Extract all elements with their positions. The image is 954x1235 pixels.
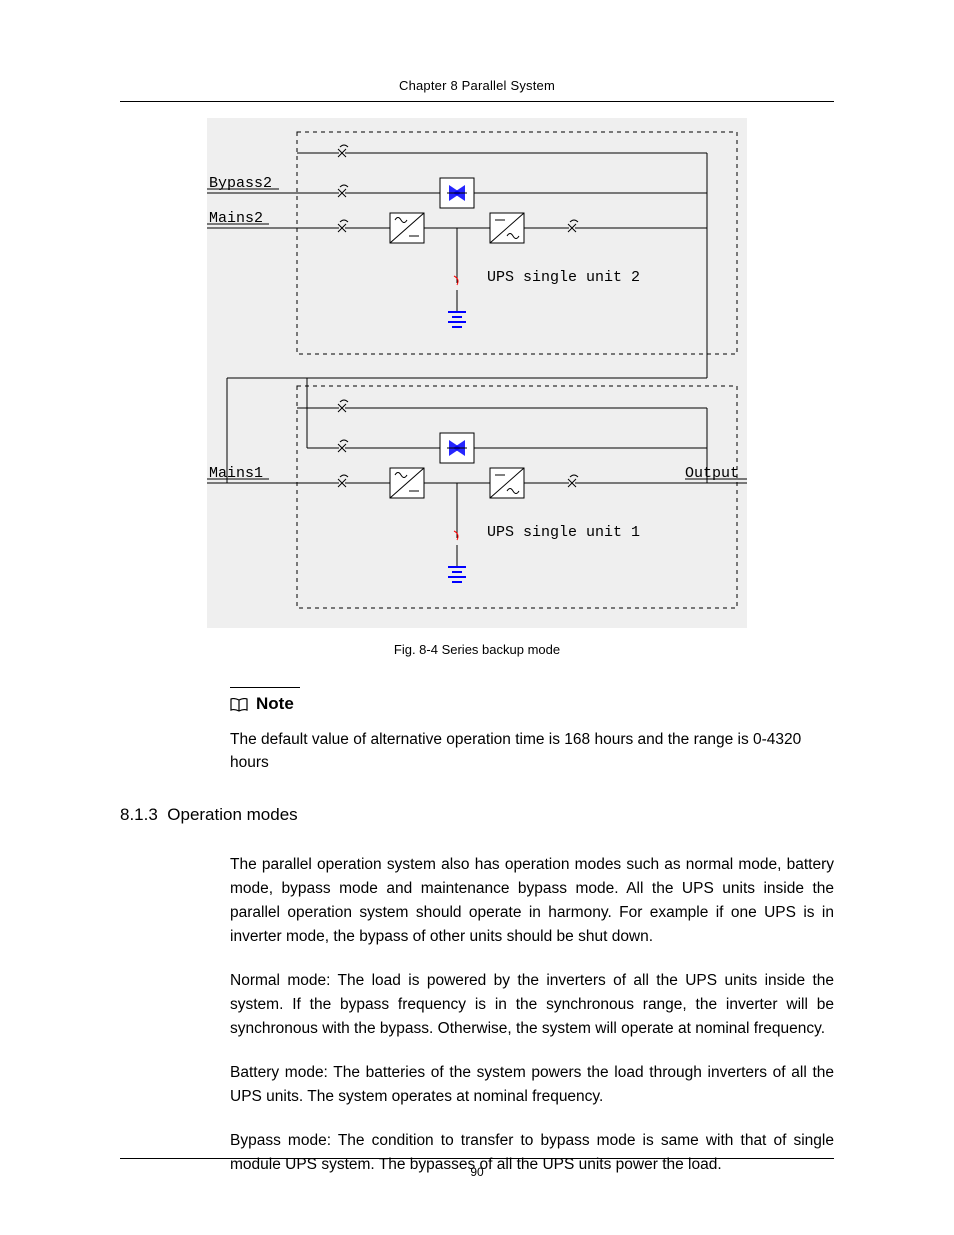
page-number: 90 (120, 1165, 834, 1179)
body-paragraph: The parallel operation system also has o… (230, 853, 834, 949)
note-text: The default value of alternative operati… (230, 728, 834, 775)
book-icon (230, 697, 248, 711)
body-paragraph: Normal mode: The load is powered by the … (230, 969, 834, 1041)
note-rule (230, 687, 300, 688)
figure-caption: Fig. 8-4 Series backup mode (120, 642, 834, 657)
section-title: Operation modes (167, 805, 297, 824)
running-header: Chapter 8 Parallel System (120, 78, 834, 93)
diagram-svg (207, 118, 747, 628)
body-paragraph: Battery mode: The batteries of the syste… (230, 1061, 834, 1109)
label-bypass2: Bypass2 (209, 176, 272, 191)
label-unit2: UPS single unit 2 (487, 270, 640, 285)
note-block: Note The default value of alternative op… (230, 687, 834, 775)
label-output: Output (685, 466, 739, 481)
figure-diagram: Bypass2 Mains2 UPS single unit 2 Mains1 … (207, 118, 747, 628)
section-heading: 8.1.3 Operation modes (120, 805, 834, 825)
label-mains1: Mains1 (209, 466, 263, 481)
label-mains2: Mains2 (209, 211, 263, 226)
note-heading: Note (256, 694, 294, 714)
top-rule (120, 101, 834, 102)
footer: 90 (120, 1158, 834, 1179)
section-number: 8.1.3 (120, 805, 158, 824)
label-unit1: UPS single unit 1 (487, 525, 640, 540)
